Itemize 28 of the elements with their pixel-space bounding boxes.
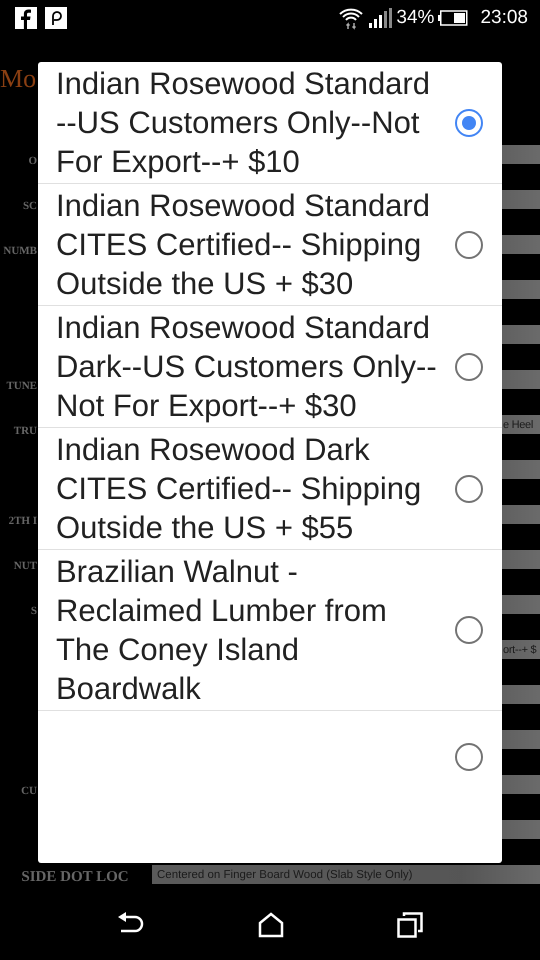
field-label: S: [30, 605, 37, 617]
field-label: NUMB: [3, 245, 37, 257]
option-item[interactable]: Indian Rosewood Dark CITES Certified-- Shipping Outside the US + $55: [38, 428, 502, 550]
field-label: TRU: [14, 425, 37, 437]
field-label: SC: [22, 200, 37, 212]
radio-button[interactable]: [455, 616, 483, 644]
option-item[interactable]: Indian Rosewood Standard Dark--US Customers Only--Not For Export--+ $30: [38, 306, 502, 428]
field-label: 2TH I: [8, 515, 37, 527]
signal-icon: [368, 7, 392, 29]
radio-button[interactable]: [455, 352, 483, 380]
field-label: TUNE: [6, 380, 37, 392]
option-item[interactable]: Indian Rosewood Standard --US Customers Only--Not For Export--+ $10: [38, 62, 502, 184]
radio-button[interactable]: [455, 743, 483, 771]
field-label: SIDE DOT LOC: [21, 869, 129, 886]
radio-button[interactable]: [455, 230, 483, 258]
wifi-icon: [338, 6, 364, 30]
radio-button[interactable]: [455, 474, 483, 502]
recents-icon[interactable]: [397, 912, 424, 938]
battery-percentage: 34%: [396, 7, 434, 29]
field-label: NUT: [14, 560, 37, 572]
field-label: O: [28, 155, 37, 167]
radio-button[interactable]: [455, 108, 483, 136]
clock-time: 23:08: [480, 7, 528, 29]
battery-icon: [438, 10, 468, 26]
option-item[interactable]: Indian Rosewood Standard CITES Certified-- Shipping Outside the US + $30: [38, 184, 502, 306]
field-label: CU: [21, 785, 37, 797]
option-item[interactable]: Brazilian Walnut - Reclaimed Lumber from The Coney Island Boardwalk: [38, 550, 502, 711]
home-icon[interactable]: [258, 912, 284, 938]
